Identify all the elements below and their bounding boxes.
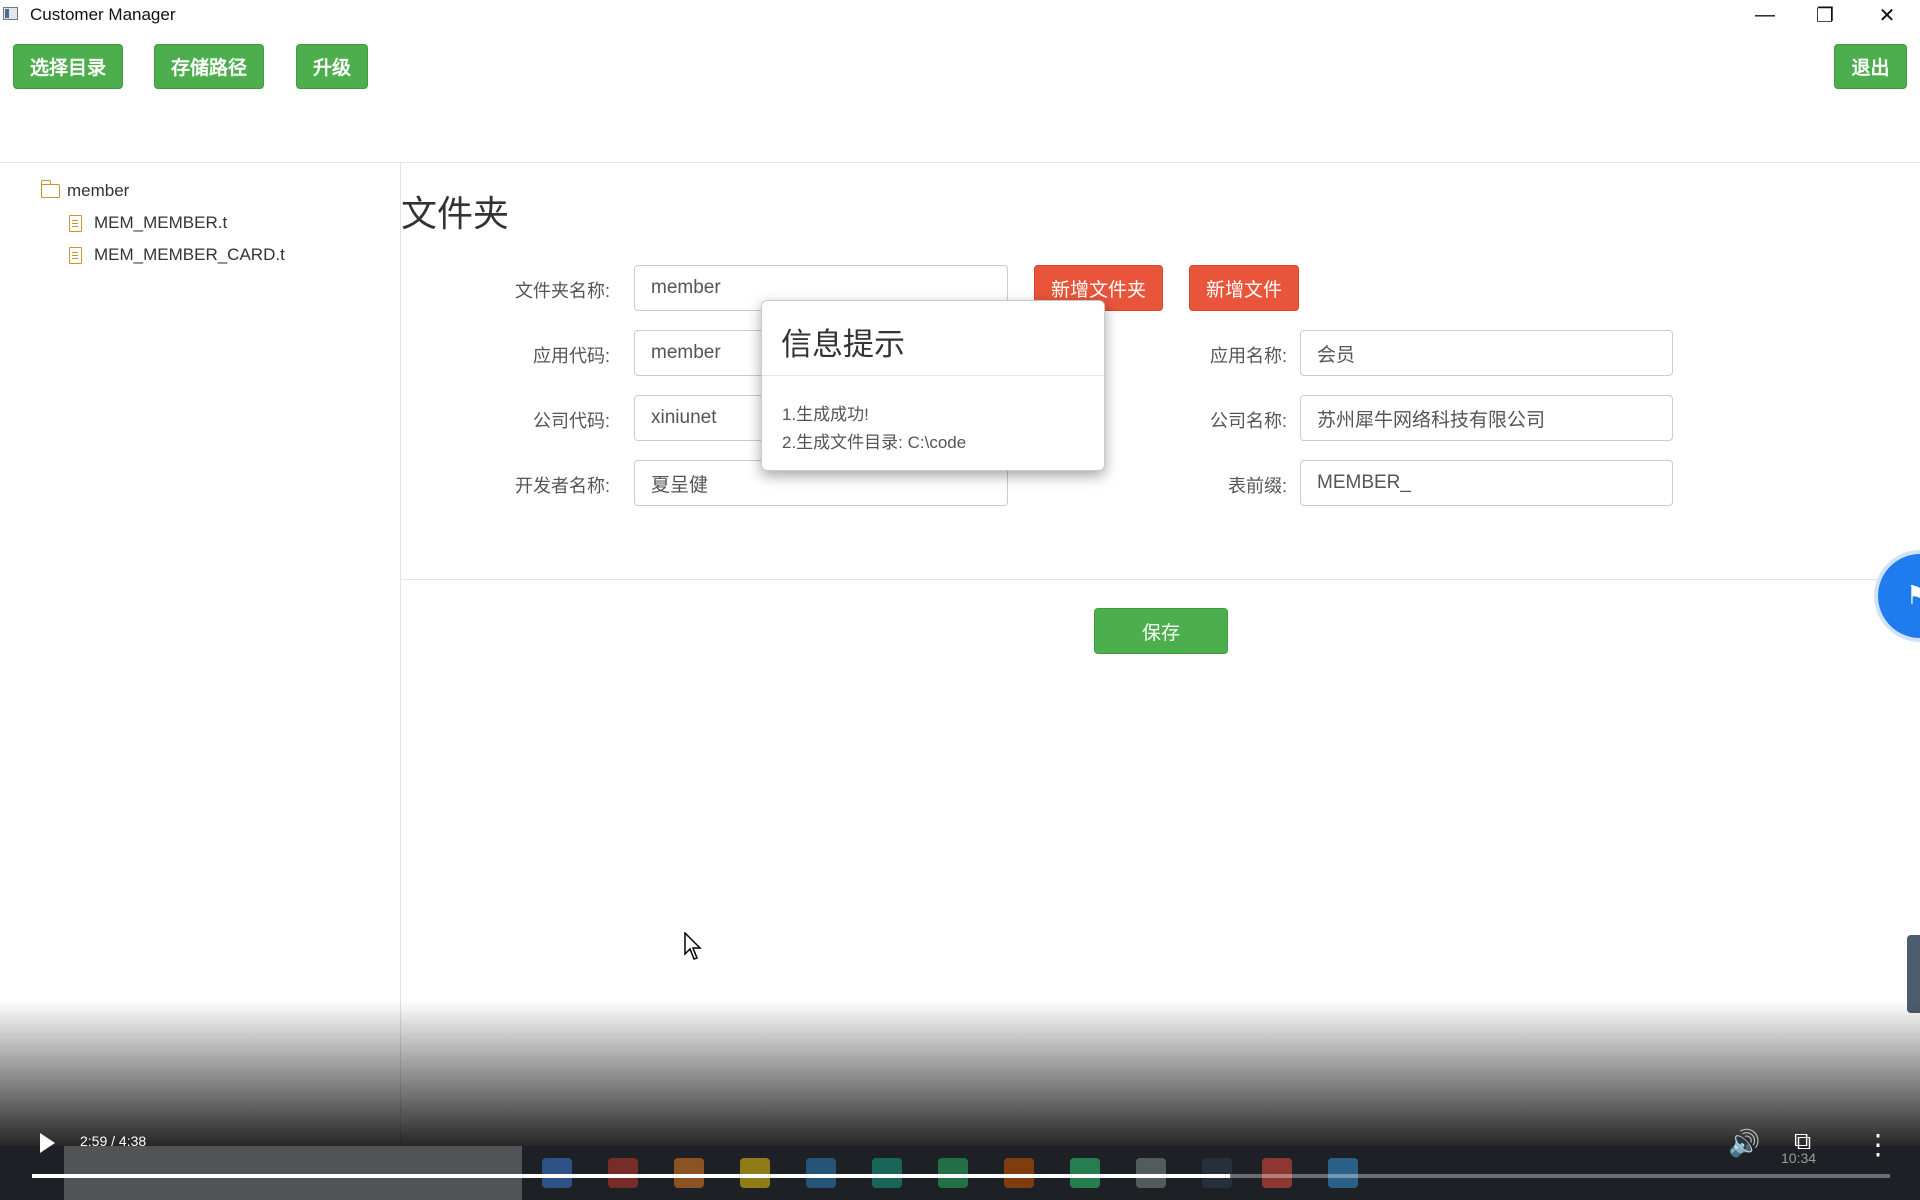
- table-prefix-label: 表前缀:: [1227, 476, 1287, 496]
- app-name-label: 应用名称:: [1209, 346, 1287, 366]
- file-icon: [69, 214, 82, 232]
- tree-folder-member[interactable]: member: [41, 180, 130, 201]
- taskbar-app-icon[interactable]: [1004, 1158, 1034, 1188]
- section-title: 文件夹: [401, 193, 510, 234]
- app-icon: [3, 7, 18, 20]
- window-titlebar: Customer Manager — ❐ ✕: [0, 0, 1920, 30]
- exit-button[interactable]: 退出: [1834, 44, 1907, 89]
- more-options-icon[interactable]: ⋮: [1864, 1128, 1892, 1161]
- tree-file-item[interactable]: MEM_MEMBER_CARD.t: [69, 245, 285, 265]
- info-dialog: 信息提示 1.生成成功! 2.生成文件目录: C:\code: [761, 300, 1105, 471]
- table-prefix-input[interactable]: MEMBER_: [1300, 460, 1673, 506]
- form-divider: [401, 579, 1920, 580]
- window-title: Customer Manager: [30, 5, 176, 24]
- tree-file-label: MEM_MEMBER.t: [94, 213, 228, 232]
- file-icon: [69, 246, 82, 264]
- folder-open-icon: [41, 180, 60, 198]
- mouse-cursor-icon: [684, 932, 702, 960]
- save-button[interactable]: 保存: [1094, 608, 1228, 654]
- video-progress-fill: [32, 1174, 1230, 1178]
- taskbar-search-box[interactable]: [64, 1146, 522, 1200]
- tree-file-item[interactable]: MEM_MEMBER.t: [69, 213, 227, 233]
- video-time: 2:59 / 4:38: [80, 1133, 147, 1149]
- taskbar-app-icon[interactable]: [1070, 1158, 1100, 1188]
- dialog-message-line: 2.生成文件目录: C:\code: [782, 433, 967, 452]
- taskbar-app-icon[interactable]: [938, 1158, 968, 1188]
- exit-fullscreen-icon[interactable]: ⧉: [1794, 1128, 1811, 1156]
- taskbar-app-icon[interactable]: [740, 1158, 770, 1188]
- close-icon[interactable]: ✕: [1858, 0, 1916, 30]
- company-name-label: 公司名称:: [1209, 411, 1287, 431]
- assistant-icon: ⚑: [1906, 580, 1920, 610]
- taskbar-app-icon[interactable]: [542, 1158, 572, 1188]
- dialog-divider: [762, 375, 1104, 376]
- app-code-label: 应用代码:: [532, 346, 610, 366]
- volume-icon[interactable]: 🔊: [1728, 1128, 1760, 1159]
- storage-path-button[interactable]: 存储路径: [154, 44, 264, 89]
- company-name-input[interactable]: 苏州犀牛网络科技有限公司: [1300, 395, 1673, 441]
- developer-name-label: 开发者名称:: [514, 476, 610, 496]
- tree-file-label: MEM_MEMBER_CARD.t: [94, 245, 285, 264]
- select-directory-button[interactable]: 选择目录: [13, 44, 123, 89]
- taskbar-app-icon[interactable]: [806, 1158, 836, 1188]
- taskbar-app-icon[interactable]: [1136, 1158, 1166, 1188]
- play-icon[interactable]: [40, 1133, 55, 1153]
- header-divider: [0, 162, 1920, 163]
- app-name-input[interactable]: 会员: [1300, 330, 1673, 376]
- taskbar-app-icon[interactable]: [674, 1158, 704, 1188]
- taskbar-app-icon[interactable]: [1262, 1158, 1292, 1188]
- video-overlay: [0, 1000, 1920, 1146]
- company-code-label: 公司代码:: [532, 411, 610, 431]
- taskbar-app-icon[interactable]: [1328, 1158, 1358, 1188]
- taskbar-app-icon[interactable]: [872, 1158, 902, 1188]
- restore-icon[interactable]: ❐: [1796, 0, 1854, 30]
- taskbar-app-icon[interactable]: [608, 1158, 638, 1188]
- dialog-message-line: 1.生成成功!: [782, 405, 869, 424]
- folder-name-label: 文件夹名称:: [514, 281, 610, 301]
- tree-folder-label: member: [67, 181, 130, 200]
- add-file-button[interactable]: 新增文件: [1189, 265, 1299, 311]
- upgrade-button[interactable]: 升级: [296, 44, 368, 89]
- minimize-icon[interactable]: —: [1736, 0, 1794, 30]
- taskbar-app-icon[interactable]: [1202, 1158, 1232, 1188]
- dialog-title: 信息提示: [781, 327, 905, 362]
